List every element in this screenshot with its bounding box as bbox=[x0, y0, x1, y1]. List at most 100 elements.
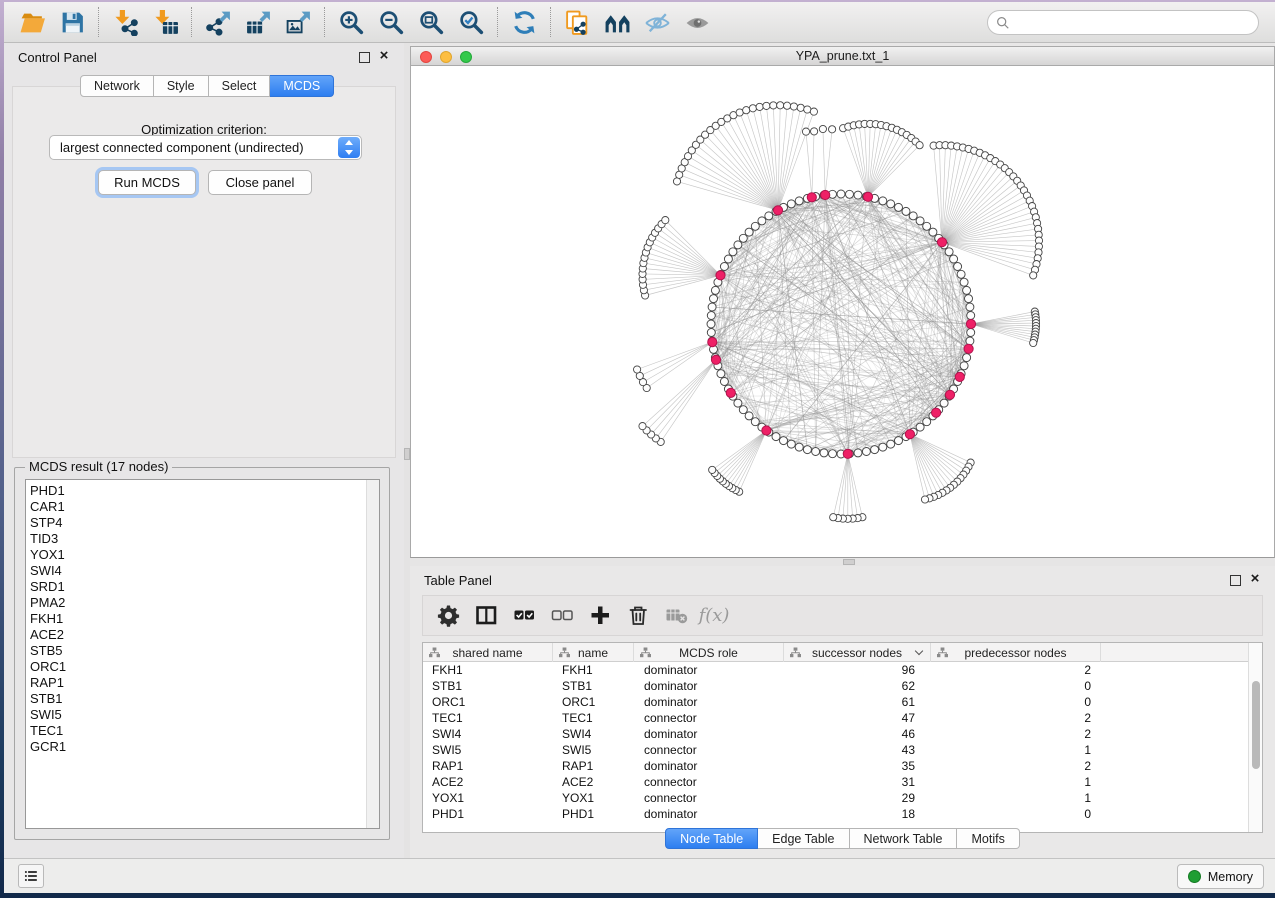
deselect-all-icon[interactable] bbox=[543, 600, 581, 632]
window-minimize-icon[interactable] bbox=[440, 51, 452, 63]
zoom-selected-icon[interactable] bbox=[451, 5, 491, 39]
graph-node bbox=[749, 105, 756, 112]
mcds-result-item[interactable]: GCR1 bbox=[30, 739, 379, 755]
table-row[interactable]: SWI5SWI5connector431 bbox=[423, 742, 1248, 758]
float-panel-icon[interactable] bbox=[359, 52, 370, 63]
table-cell: STB1 bbox=[553, 678, 634, 694]
table-row[interactable]: STB1STB1dominator620 bbox=[423, 678, 1248, 694]
search-box[interactable] bbox=[987, 10, 1259, 35]
mcds-result-item[interactable]: FKH1 bbox=[30, 611, 379, 627]
splitter-handle[interactable] bbox=[843, 559, 855, 565]
close-panel-icon[interactable]: × bbox=[1247, 570, 1263, 588]
graph-satellite-nodes[interactable] bbox=[634, 102, 1043, 523]
mcds-result-item[interactable]: STB1 bbox=[30, 691, 379, 707]
tab-style[interactable]: Style bbox=[154, 75, 209, 97]
tab-network[interactable]: Network bbox=[80, 75, 154, 97]
add-column-icon[interactable] bbox=[581, 600, 619, 632]
table-row[interactable]: RAP1RAP1dominator352 bbox=[423, 758, 1248, 774]
window-maximize-icon[interactable] bbox=[460, 51, 472, 63]
tab-edge-table[interactable]: Edge Table bbox=[758, 828, 849, 849]
task-history-button[interactable] bbox=[18, 864, 44, 888]
zoom-out-icon[interactable] bbox=[371, 5, 411, 39]
tab-node-table[interactable]: Node Table bbox=[665, 828, 758, 849]
column-header-shared-name[interactable]: shared name bbox=[423, 643, 553, 662]
table-scrollbar[interactable] bbox=[1248, 643, 1262, 832]
mcds-result-item[interactable]: SWI5 bbox=[30, 707, 379, 723]
mcds-result-item[interactable]: SWI4 bbox=[30, 563, 379, 579]
table-row[interactable]: FKH1FKH1dominator962 bbox=[423, 662, 1248, 678]
graph-node bbox=[780, 437, 788, 445]
graph-node bbox=[967, 329, 975, 337]
tab-mcds[interactable]: MCDS bbox=[270, 75, 334, 97]
column-header-MCDS-role[interactable]: MCDS role bbox=[634, 643, 784, 662]
horizontal-splitter[interactable] bbox=[410, 558, 1275, 566]
copy-network-icon[interactable] bbox=[557, 5, 597, 39]
table-row[interactable]: YOX1YOX1connector291 bbox=[423, 790, 1248, 806]
network-graph[interactable] bbox=[411, 66, 1274, 557]
table-cell: TEC1 bbox=[423, 710, 553, 726]
node-table: shared name name MCDS role successor nod… bbox=[422, 642, 1263, 833]
select-stepper-icon bbox=[338, 137, 360, 158]
mcds-result-item[interactable]: SRD1 bbox=[30, 579, 379, 595]
mcds-result-group: MCDS result (17 nodes) PHD1CAR1STP4TID3Y… bbox=[14, 467, 390, 840]
refresh-icon[interactable] bbox=[504, 5, 544, 39]
show-all-icon[interactable] bbox=[677, 5, 717, 39]
mcds-result-item[interactable]: CAR1 bbox=[30, 499, 379, 515]
mcds-result-item[interactable]: PMA2 bbox=[30, 595, 379, 611]
table-row[interactable]: PHD1PHD1dominator180 bbox=[423, 806, 1248, 822]
zoom-in-icon[interactable] bbox=[331, 5, 371, 39]
import-network-icon[interactable] bbox=[105, 5, 145, 39]
column-header-successor-nodes[interactable]: successor nodes bbox=[784, 643, 931, 662]
import-table-icon[interactable] bbox=[145, 5, 185, 39]
mcds-result-item[interactable]: ACE2 bbox=[30, 627, 379, 643]
float-panel-icon[interactable] bbox=[1230, 575, 1241, 586]
close-panel-icon[interactable]: × bbox=[376, 47, 392, 65]
mcds-result-list[interactable]: PHD1CAR1STP4TID3YOX1SWI4SRD1PMA2FKH1ACE2… bbox=[25, 479, 380, 829]
export-network-icon[interactable] bbox=[198, 5, 238, 39]
mcds-node bbox=[726, 388, 735, 397]
mcds-result-item[interactable]: RAP1 bbox=[30, 675, 379, 691]
tab-select[interactable]: Select bbox=[209, 75, 271, 97]
tab-motifs[interactable]: Motifs bbox=[957, 828, 1019, 849]
criterion-selected-value: largest connected component (undirected) bbox=[50, 140, 338, 155]
table-cell: STB1 bbox=[423, 678, 553, 694]
settings-gear-icon[interactable] bbox=[429, 600, 467, 632]
mcds-result-item[interactable]: TEC1 bbox=[30, 723, 379, 739]
export-table-icon[interactable] bbox=[238, 5, 278, 39]
mcds-result-item[interactable]: ORC1 bbox=[30, 659, 379, 675]
memory-button[interactable]: Memory bbox=[1177, 864, 1264, 889]
select-all-icon[interactable] bbox=[505, 600, 543, 632]
graph-node bbox=[710, 295, 718, 303]
delete-column-icon[interactable] bbox=[619, 600, 657, 632]
export-image-icon[interactable] bbox=[278, 5, 318, 39]
binoculars-icon[interactable] bbox=[597, 5, 637, 39]
run-mcds-button[interactable]: Run MCDS bbox=[98, 170, 196, 195]
mcds-result-item[interactable]: TID3 bbox=[30, 531, 379, 547]
hide-selected-icon[interactable] bbox=[637, 5, 677, 39]
table-row[interactable]: SWI4SWI4dominator462 bbox=[423, 726, 1248, 742]
table-cell: 29 bbox=[784, 790, 931, 806]
save-session-icon[interactable] bbox=[52, 5, 92, 39]
table-row[interactable]: TEC1TEC1connector472 bbox=[423, 710, 1248, 726]
mcds-result-item[interactable]: PHD1 bbox=[30, 483, 379, 499]
close-panel-button[interactable]: Close panel bbox=[208, 170, 312, 195]
table-row[interactable]: ACE2ACE2connector311 bbox=[423, 774, 1248, 790]
scrollbar-thumb[interactable] bbox=[1252, 681, 1260, 769]
window-close-icon[interactable] bbox=[420, 51, 432, 63]
search-input[interactable] bbox=[1010, 16, 1258, 30]
column-header-name[interactable]: name bbox=[553, 643, 634, 662]
mcds-result-item[interactable]: YOX1 bbox=[30, 547, 379, 563]
zoom-fit-icon[interactable] bbox=[411, 5, 451, 39]
criterion-select[interactable]: largest connected component (undirected) bbox=[49, 135, 362, 160]
mcds-result-item[interactable]: STP4 bbox=[30, 515, 379, 531]
splitter-handle[interactable] bbox=[404, 448, 410, 460]
table-cell: FKH1 bbox=[553, 662, 634, 678]
network-canvas[interactable] bbox=[411, 66, 1274, 557]
open-file-icon[interactable] bbox=[12, 5, 52, 39]
mcds-result-item[interactable]: STB5 bbox=[30, 643, 379, 659]
column-header-predecessor-nodes[interactable]: predecessor nodes bbox=[931, 643, 1101, 662]
table-row[interactable]: ORC1ORC1dominator610 bbox=[423, 694, 1248, 710]
column-selector-icon[interactable] bbox=[467, 600, 505, 632]
tab-network-table[interactable]: Network Table bbox=[850, 828, 958, 849]
mcds-list-scrollbar[interactable] bbox=[366, 480, 379, 828]
